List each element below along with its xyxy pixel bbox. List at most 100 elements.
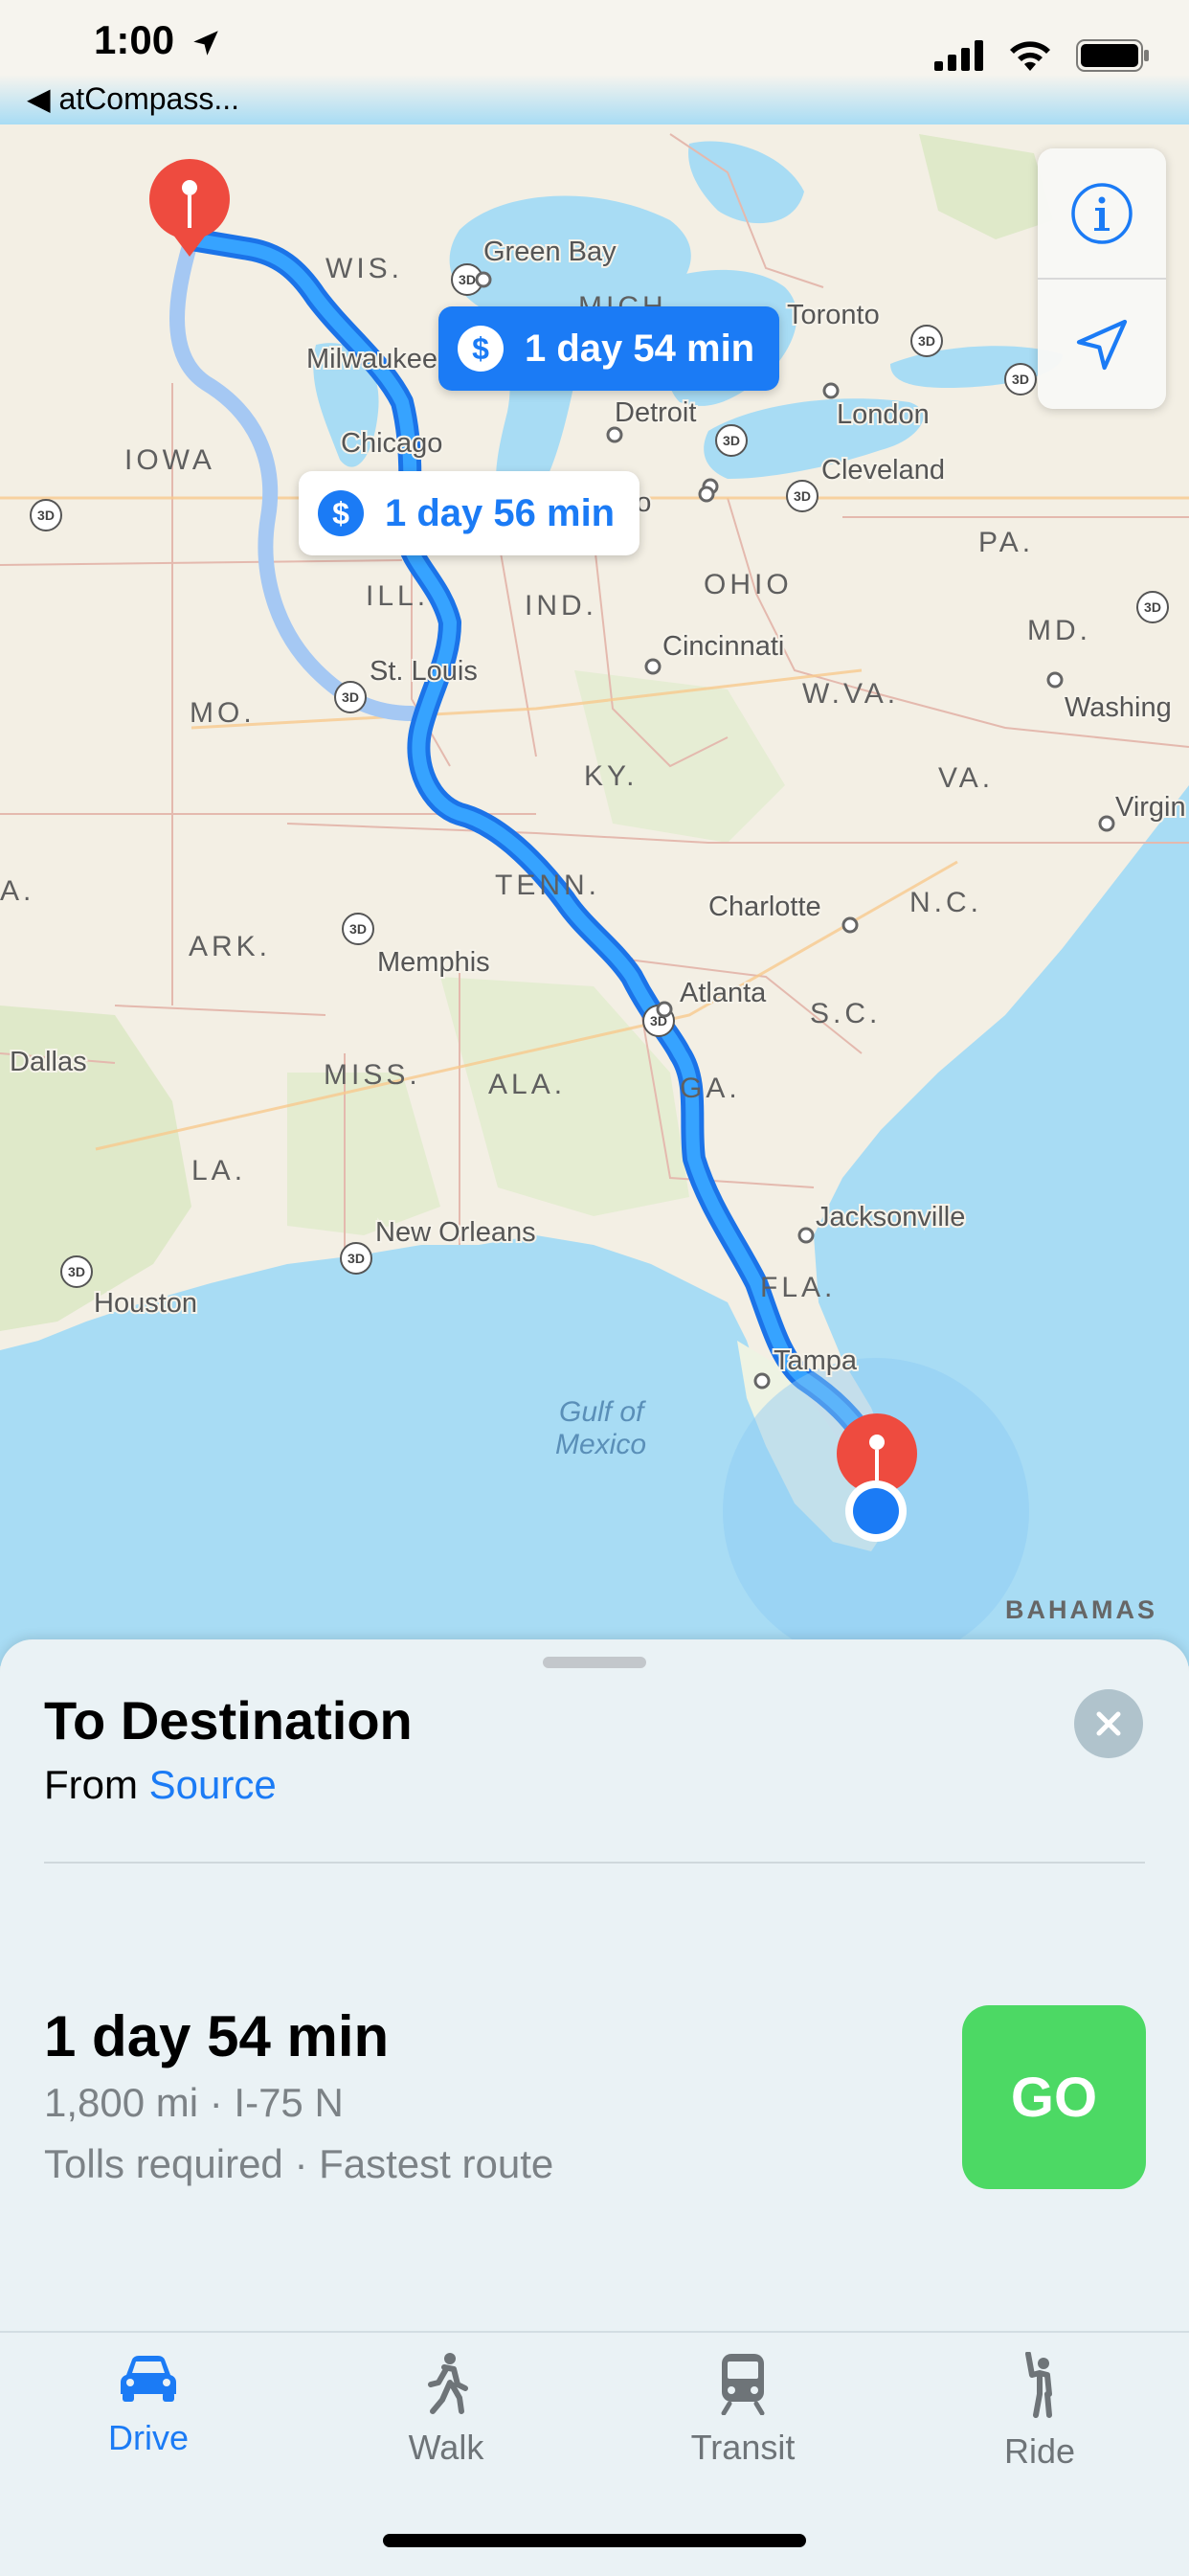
source-link[interactable]: Source <box>149 1762 277 1807</box>
country-label: BAHAMAS <box>1005 1595 1157 1624</box>
3d-badge-icon: 3D <box>342 689 359 705</box>
city-dot <box>475 271 492 288</box>
city-label: Atlanta <box>680 978 767 1008</box>
state-label: WIS. <box>325 253 403 284</box>
close-button[interactable] <box>1074 1689 1143 1758</box>
city-label: Milwaukee <box>306 344 437 374</box>
callout-primary-label: 1 day 54 min <box>525 327 755 370</box>
ride-icon <box>1025 2351 1052 2418</box>
3d-badge-icon: 3D <box>723 433 740 448</box>
city-dot <box>797 1227 815 1244</box>
map-controls <box>1038 148 1166 409</box>
wifi-icon <box>1010 41 1050 71</box>
city-label: St. Louis <box>370 656 478 687</box>
city-label: Washing <box>1065 692 1172 723</box>
city-dot <box>753 1372 771 1390</box>
city-label: Houston <box>94 1288 197 1319</box>
3d-badge-icon: 3D <box>794 488 811 504</box>
dollar-icon: $ <box>458 326 504 372</box>
city-label: Tampa <box>774 1345 858 1376</box>
state-label: S.C. <box>810 998 881 1029</box>
dollar-icon: $ <box>318 490 364 536</box>
3d-badge-icon: 3D <box>459 272 476 287</box>
route-callout-alternate[interactable]: $ 1 day 56 min <box>299 471 640 555</box>
location-arrow-icon <box>1076 319 1128 370</box>
battery-icon <box>1076 39 1149 72</box>
clock: 1:00 <box>94 17 222 63</box>
city-label: Memphis <box>377 947 490 978</box>
city-dot <box>841 916 859 934</box>
route-distance: 1,800 mi · I-75 N <box>44 2080 344 2125</box>
tab-drive[interactable]: Drive <box>53 2352 244 2458</box>
3d-badge-icon: 3D <box>348 1251 365 1266</box>
city-dot <box>606 426 623 443</box>
tab-transit-label: Transit <box>690 2428 796 2467</box>
city-label: Virgin <box>1115 792 1186 823</box>
city-label: Green Bay <box>483 237 617 267</box>
state-label: GA. <box>680 1073 741 1104</box>
3d-badge-icon: 3D <box>1012 372 1029 387</box>
state-label: IOWA <box>124 444 215 476</box>
state-label: KY. <box>584 760 639 792</box>
route-notes: Tolls required · Fastest route <box>44 2141 554 2186</box>
state-label: W.VA. <box>802 678 899 710</box>
state-label: ILL. <box>366 580 429 612</box>
city-label: Charlotte <box>708 892 821 922</box>
callout-alternate-label: 1 day 56 min <box>385 491 616 534</box>
back-to-app-link[interactable]: ◀ atCompass... <box>27 80 239 117</box>
state-label: MD. <box>1027 615 1091 646</box>
city-label: New Orleans <box>375 1217 536 1248</box>
tab-drive-label: Drive <box>107 2418 189 2457</box>
home-indicator[interactable] <box>383 2534 806 2547</box>
info-icon <box>1071 182 1133 244</box>
destination-title: To Destination <box>44 1690 413 1751</box>
divider <box>44 1862 1145 1864</box>
3d-badge-icon: 3D <box>1144 599 1161 615</box>
route-callout-primary[interactable]: $ 1 day 54 min <box>438 306 780 391</box>
tab-transit[interactable]: Transit <box>647 2352 839 2468</box>
3d-badge-icon: 3D <box>37 508 55 523</box>
state-label: OHIO <box>704 569 793 600</box>
city-label: Cleveland <box>821 455 945 486</box>
signal-icon <box>934 40 983 71</box>
city-dot <box>698 486 715 503</box>
state-label: LA. <box>191 1155 246 1186</box>
city-dot <box>1046 671 1064 689</box>
tracking-button[interactable] <box>1038 280 1166 409</box>
city-dot <box>822 382 840 399</box>
3d-badge-icon: 3D <box>68 1264 85 1279</box>
city-label: Chicago <box>341 428 442 459</box>
state-label: FLA. <box>760 1272 836 1303</box>
tab-ride[interactable]: Ride <box>944 2351 1135 2472</box>
state-label: VA. <box>938 762 994 794</box>
state-label: ALA. <box>488 1069 566 1100</box>
city-dot <box>1098 815 1115 832</box>
tab-walk-label: Walk <box>408 2428 484 2467</box>
city-dot <box>644 658 662 675</box>
status-bar: 1:00 ◀ atCompass... <box>0 0 1189 124</box>
car-icon <box>121 2356 176 2402</box>
state-label: IND. <box>525 590 597 621</box>
go-button[interactable]: GO <box>962 2005 1146 2189</box>
city-label: Jacksonville <box>816 1202 965 1232</box>
train-icon <box>721 2354 765 2416</box>
state-label: N.C. <box>909 887 982 918</box>
state-label: MISS. <box>324 1059 421 1091</box>
state-label: ARK. <box>189 931 271 962</box>
water-label: Gulf of <box>559 1396 646 1428</box>
map-info-button[interactable] <box>1038 148 1166 278</box>
user-location-icon <box>845 1480 907 1542</box>
from-line: From Source <box>44 1762 277 1808</box>
walk-icon <box>428 2353 468 2414</box>
tab-walk[interactable]: Walk <box>350 2352 542 2468</box>
close-icon <box>1096 1711 1121 1736</box>
from-prefix: From <box>44 1762 138 1807</box>
3d-badge-icon: 3D <box>918 333 935 349</box>
sheet-grabber[interactable] <box>543 1657 646 1668</box>
location-arrow-icon <box>192 31 218 56</box>
city-label: London <box>837 399 930 430</box>
state-label: A. <box>0 875 34 907</box>
map-view[interactable]: 3D3D3D3D3D3D3D3D3D3D3D3D WIS.IOWAILL. IND… <box>0 0 1189 1666</box>
city-dot <box>656 1001 673 1018</box>
city-label: Cincinnati <box>662 631 784 662</box>
